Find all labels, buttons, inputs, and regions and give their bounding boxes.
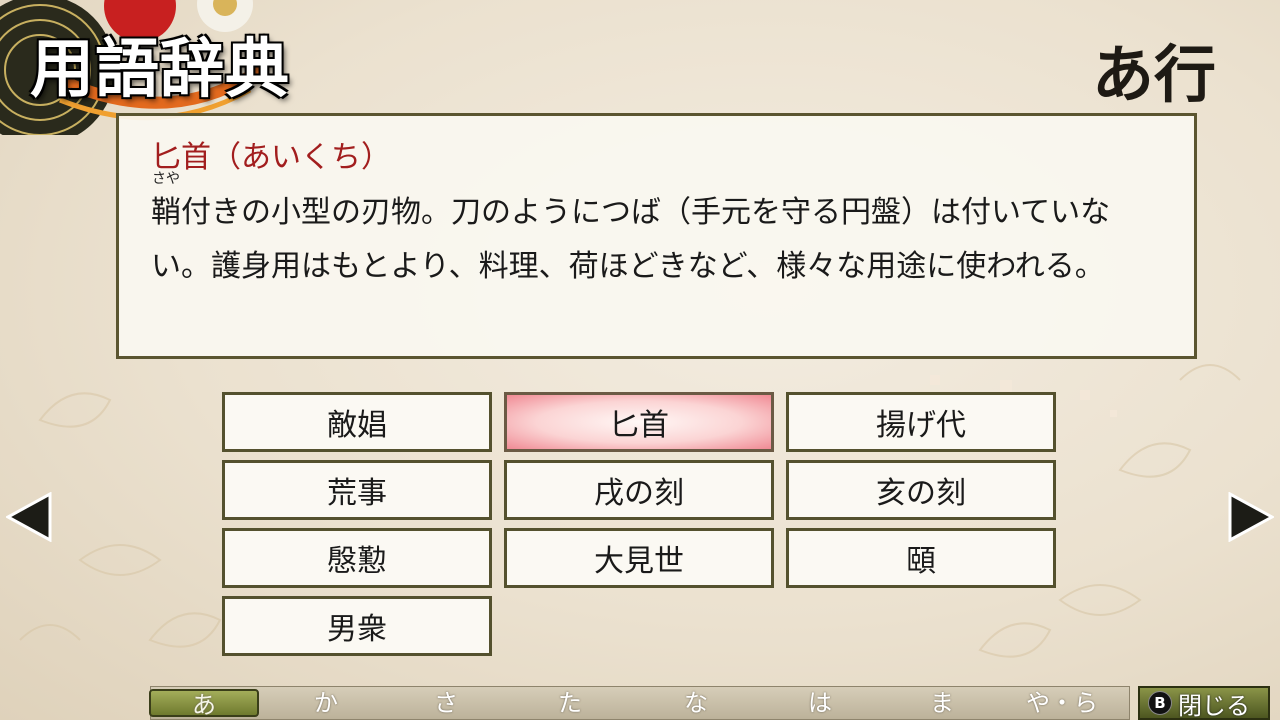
term-button[interactable]: 亥の刻 [786, 460, 1056, 520]
close-label: 閉じる [1178, 691, 1250, 720]
page-title: 用語辞典 [30, 32, 290, 107]
term-button[interactable]: 敵娼 [222, 392, 492, 452]
term-button[interactable]: 慇懃 [222, 528, 492, 588]
definition-panel: 匕首（あいくち） さや鞘付きの小型の刃物。刀のようにつば（手元を守る円盤）は付い… [116, 113, 1197, 359]
kana-tab[interactable]: ま [887, 689, 997, 717]
triangle-left-icon [4, 491, 52, 543]
term-button[interactable]: 男衆 [222, 596, 492, 656]
kana-tab[interactable]: は [765, 689, 875, 717]
term-grid: 敵娼 匕首 揚げ代荒事 戌の刻 亥の刻慇懃 大見世頤男衆 [222, 392, 1056, 656]
ruby-word: さや鞘 [151, 172, 181, 240]
term-button[interactable]: 匕首 [504, 392, 774, 452]
term-button[interactable]: 揚げ代 [786, 392, 1056, 452]
section-heading: あ行 [1091, 38, 1216, 111]
kana-index-bar: あかさたなはまや・ら [149, 686, 1130, 720]
term-button[interactable]: 戌の刻 [504, 460, 774, 520]
b-button-icon: B [1148, 691, 1172, 715]
ruby-base: 鞘 [151, 195, 181, 230]
term-button[interactable]: 大見世 [504, 528, 774, 588]
close-button[interactable]: B 閉じる [1138, 686, 1270, 720]
ruby-reading: さや [152, 171, 180, 187]
previous-page-button[interactable] [4, 491, 52, 543]
term-description: さや鞘付きの小型の刃物。刀のようにつば（手元を守る円盤）は付いていない。護身用は… [151, 172, 1141, 294]
kana-tab[interactable]: た [515, 689, 625, 717]
kana-tab[interactable]: か [271, 689, 381, 717]
next-page-button[interactable] [1228, 491, 1276, 543]
term-button[interactable]: 頤 [786, 528, 1056, 588]
term-title: 匕首（あいくち） [151, 140, 391, 175]
kana-tab[interactable]: あ [149, 689, 259, 719]
kana-tab[interactable]: や・ら [1007, 689, 1117, 717]
kana-tab[interactable]: さ [391, 689, 501, 717]
kana-tab[interactable]: な [641, 689, 751, 717]
term-button[interactable]: 荒事 [222, 460, 492, 520]
triangle-right-icon [1228, 491, 1276, 543]
description-text: 付きの小型の刃物。刀のようにつば（手元を守る円盤）は付いていない。護身用はもとよ… [151, 195, 1111, 284]
